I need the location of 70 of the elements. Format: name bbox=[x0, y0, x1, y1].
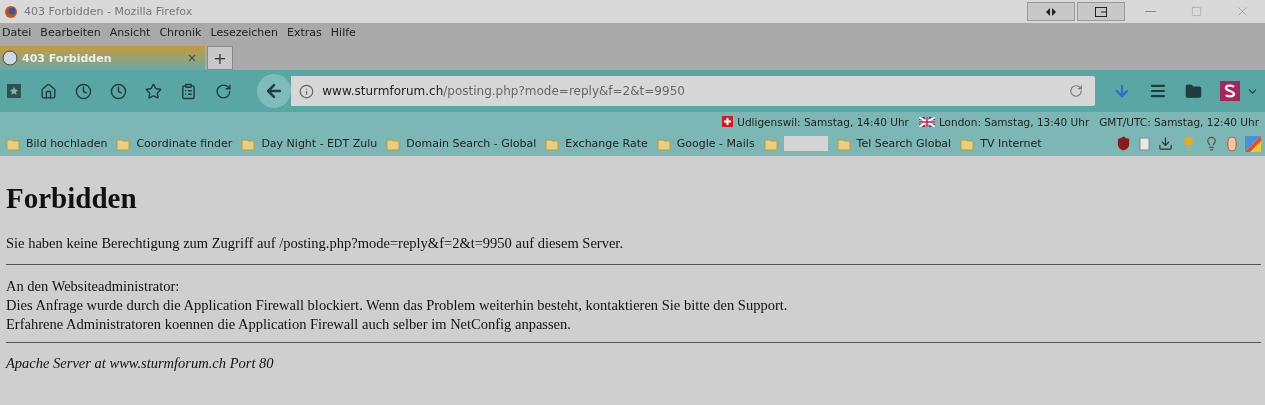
bookmark-folder[interactable]: Day Night - EDT Zulu bbox=[261, 137, 378, 150]
menu-item[interactable]: Datei bbox=[2, 26, 32, 39]
folder-icon bbox=[6, 136, 20, 151]
folder-icon bbox=[960, 136, 975, 151]
clipboard-icon[interactable] bbox=[179, 82, 197, 100]
menu-item[interactable]: Extras bbox=[287, 26, 322, 39]
menu-item[interactable]: Hilfe bbox=[330, 26, 356, 39]
folder-icon bbox=[545, 136, 560, 151]
address-bar[interactable]: www.sturmforum.ch/posting.php?mode=reply&f=2&t=9950 bbox=[291, 76, 1096, 106]
folder-icon bbox=[836, 136, 851, 151]
admin-text: Erfahrene Administratoren koennen die Application Firewall auch selber im NetConfig anpassen. bbox=[6, 315, 572, 334]
clock-text: GMT/UTC: Samstag, 12:40 Uhr bbox=[1099, 115, 1259, 128]
bookmark-folder[interactable]: Coordinate finder bbox=[136, 137, 233, 150]
window-button[interactable] bbox=[1077, 2, 1125, 21]
split-button[interactable] bbox=[1027, 2, 1075, 21]
error-message: Sie haben keine Berechtigung zum Zugriff auf /posting.php?mode=reply&f=2&t=9950 auf diesem Server. bbox=[6, 235, 624, 252]
admin-text: An den Websiteadministrator: bbox=[6, 277, 181, 296]
window-icon bbox=[1095, 6, 1107, 17]
shield-icon[interactable] bbox=[1116, 136, 1131, 151]
bookmark-star-icon[interactable] bbox=[144, 82, 162, 100]
reload-icon[interactable] bbox=[214, 82, 232, 100]
window-title: 403 Forbidden - Mozilla Firefox bbox=[24, 5, 194, 18]
menu-item[interactable]: Ansicht bbox=[109, 26, 151, 39]
swiss-flag-icon bbox=[722, 116, 734, 127]
s-logo-icon[interactable] bbox=[1220, 81, 1241, 101]
menu-item[interactable]: Bearbeiten bbox=[40, 26, 101, 39]
folder-icon bbox=[116, 136, 131, 151]
clipboard-icon[interactable] bbox=[1139, 136, 1150, 151]
globe-icon bbox=[2, 50, 18, 66]
s-letter-icon bbox=[1224, 84, 1237, 98]
left-right-arrows-icon bbox=[1046, 7, 1056, 16]
lightbulb-icon[interactable] bbox=[1204, 136, 1219, 151]
redaction-box bbox=[783, 136, 828, 151]
back-button[interactable] bbox=[257, 74, 292, 108]
firefox-logo-icon bbox=[4, 4, 18, 19]
bookmark-folder[interactable]: Google - Mails bbox=[676, 137, 755, 150]
restore-icon bbox=[1190, 6, 1202, 17]
menu-item[interactable]: Lesezeichen bbox=[210, 26, 279, 39]
folder-icon[interactable] bbox=[1185, 82, 1203, 100]
bookmark-folder[interactable]: Tel Search Global bbox=[856, 137, 952, 150]
home-icon[interactable] bbox=[39, 82, 57, 100]
menu-icon[interactable] bbox=[1149, 82, 1168, 100]
new-tab-button[interactable]: + bbox=[207, 46, 233, 70]
admin-text: Dies Anfrage wurde durch die Application Firewall blockiert. Wenn das Problem weiterhin besteht, kontaktieren Sie bitte den Support. bbox=[6, 296, 789, 315]
uk-flag-icon bbox=[918, 116, 935, 127]
folder-icon bbox=[241, 136, 256, 151]
history-icon[interactable] bbox=[74, 82, 92, 100]
browser-tab[interactable]: 403 Forbidden × bbox=[0, 46, 205, 70]
tab-close-button[interactable]: × bbox=[186, 51, 197, 65]
clock-icon[interactable] bbox=[109, 82, 127, 100]
url-text: www.sturmforum.ch/posting.php?mode=reply&f=2&t=9950 bbox=[322, 84, 686, 98]
folder-icon bbox=[763, 136, 778, 151]
bookmarks-icon[interactable] bbox=[6, 83, 22, 99]
server-signature: Apache Server at www.sturmforum.ch Port 80 bbox=[6, 355, 275, 372]
clock-text: Udligenswil: Samstag, 14:40 Uhr bbox=[737, 115, 909, 128]
download-icon[interactable] bbox=[1158, 136, 1173, 151]
menu-item[interactable]: Chronik bbox=[159, 26, 202, 39]
folder-icon bbox=[386, 136, 401, 151]
page-heading: Forbidden bbox=[6, 182, 138, 215]
bookmark-folder[interactable]: TV Internet bbox=[980, 137, 1042, 150]
capsule-icon[interactable] bbox=[1227, 135, 1237, 152]
folder-icon bbox=[656, 136, 671, 151]
info-icon[interactable] bbox=[299, 83, 315, 99]
reload-icon[interactable] bbox=[1069, 84, 1084, 98]
tab-title: 403 Forbidden bbox=[22, 51, 113, 65]
clock-text: London: Samstag, 13:40 Uhr bbox=[938, 115, 1090, 128]
bookmark-folder[interactable]: Bild hochladen bbox=[26, 137, 108, 150]
minimize-icon bbox=[1144, 11, 1156, 12]
bookmark-folder[interactable]: Exchange Rate bbox=[565, 137, 648, 150]
bookmark-folder[interactable]: Domain Search - Global bbox=[406, 137, 537, 150]
